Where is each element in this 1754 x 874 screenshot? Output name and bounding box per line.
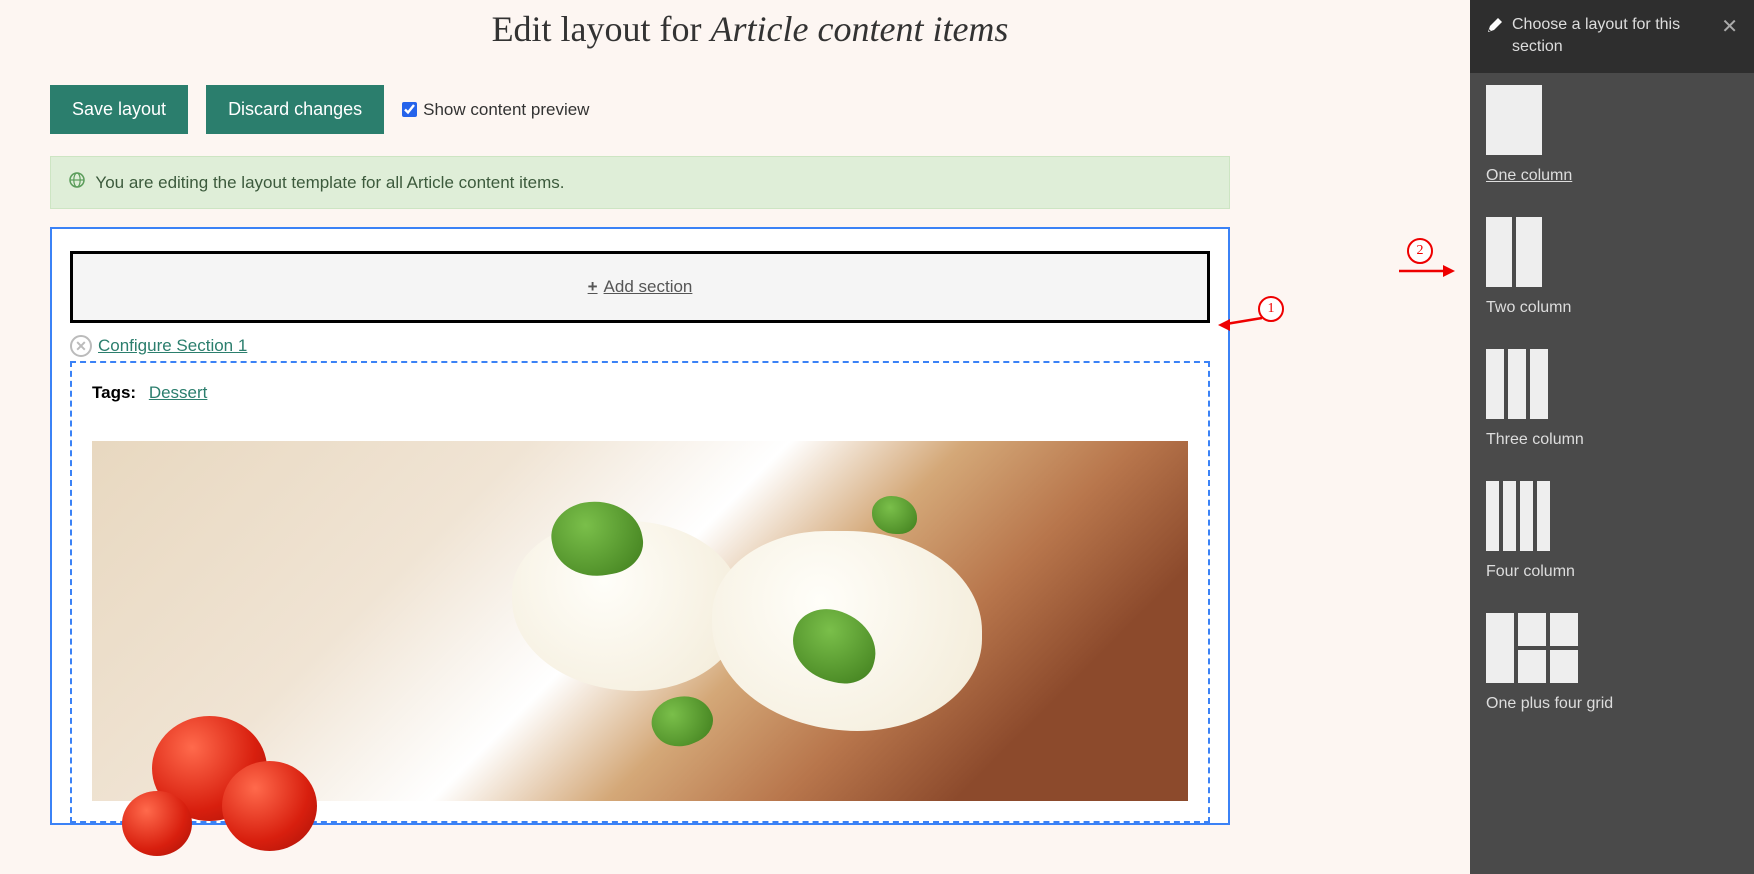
tag-link[interactable]: Dessert [149, 383, 208, 402]
globe-icon [69, 172, 85, 193]
close-icon: ✕ [1721, 16, 1738, 38]
section-region[interactable]: Tags: Dessert [70, 361, 1210, 823]
layout-option-label: Four column [1486, 563, 1738, 581]
layout-options-list: One column Two column Three column [1470, 73, 1754, 757]
layout-option-two-column[interactable]: Two column [1486, 217, 1738, 317]
layout-option-label: Three column [1486, 431, 1738, 449]
plus-icon: + [588, 277, 598, 297]
annotation-arrow-1 [1216, 310, 1264, 332]
close-icon: ✕ [75, 338, 87, 355]
tags-row: Tags: Dessert [92, 383, 1188, 403]
layout-builder: + Add section ✕ Configure Section 1 Tags… [50, 227, 1230, 825]
preview-toggle[interactable]: Show content preview [402, 100, 589, 120]
content-preview-image [92, 441, 1188, 801]
info-banner: You are editing the layout template for … [50, 156, 1230, 209]
add-section-label: Add section [604, 277, 693, 297]
page-title-prefix: Edit layout for [492, 9, 711, 49]
info-text: You are editing the layout template for … [95, 173, 564, 192]
layout-option-one-plus-four-grid[interactable]: One plus four grid [1486, 613, 1738, 713]
configure-section-link[interactable]: Configure Section 1 [98, 336, 247, 356]
layout-option-four-column[interactable]: Four column [1486, 481, 1738, 581]
pencil-icon [1486, 18, 1502, 39]
add-section-button[interactable]: + Add section [70, 251, 1210, 323]
layout-option-label: Two column [1486, 299, 1738, 317]
annotation-marker-2: 2 [1407, 238, 1433, 264]
preview-label: Show content preview [423, 100, 589, 120]
discard-button[interactable]: Discard changes [206, 85, 384, 134]
tags-label: Tags: [92, 383, 136, 402]
layout-option-label: One column [1486, 167, 1738, 185]
annotation-arrow-2 [1395, 262, 1457, 280]
page-title: Edit layout for Article content items [270, 8, 1230, 50]
toolbar: Save layout Discard changes Show content… [50, 85, 1230, 134]
save-button[interactable]: Save layout [50, 85, 188, 134]
remove-section-button[interactable]: ✕ [70, 335, 92, 357]
layout-option-label: One plus four grid [1486, 695, 1738, 713]
layout-option-one-column[interactable]: One column [1486, 85, 1738, 185]
preview-checkbox[interactable] [402, 102, 417, 117]
sidebar-close-button[interactable]: ✕ [1721, 14, 1738, 39]
sidebar-header: Choose a layout for this section ✕ [1470, 0, 1754, 73]
layout-option-three-column[interactable]: Three column [1486, 349, 1738, 449]
layout-chooser-panel: Choose a layout for this section ✕ One c… [1470, 0, 1754, 874]
page-title-entity: Article content items [711, 9, 1009, 49]
sidebar-title: Choose a layout for this section [1512, 14, 1705, 59]
